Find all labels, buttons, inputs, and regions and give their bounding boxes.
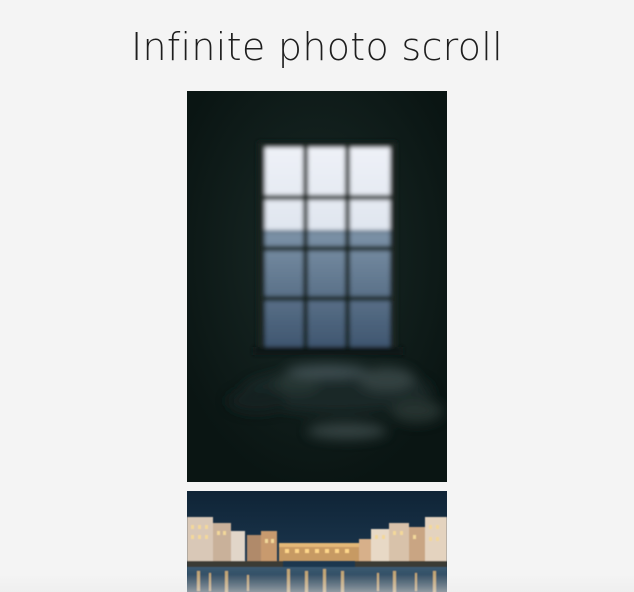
photo-scroll-page: Infinite photo scroll [0,0,634,592]
page-title: Infinite photo scroll [130,25,504,69]
photo-city-river-night[interactable] [187,491,447,592]
photo-window-at-night[interactable] [187,91,447,482]
window-image [187,91,447,482]
city-river-image [187,491,447,592]
